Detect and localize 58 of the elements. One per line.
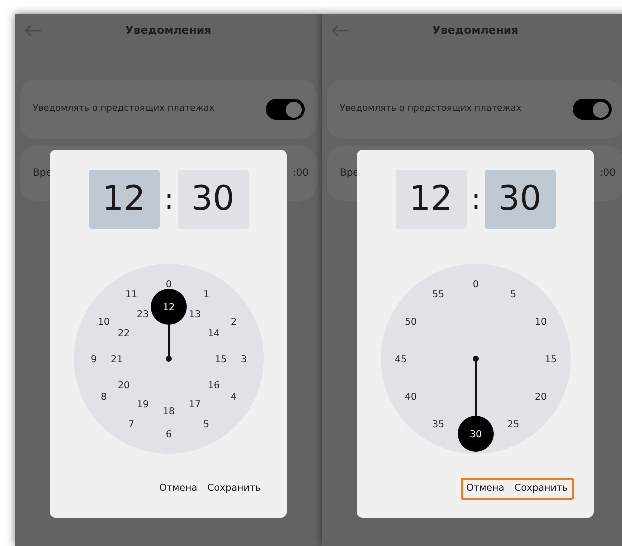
dial-number[interactable]: 8 bbox=[100, 392, 107, 403]
dial-number[interactable]: 21 bbox=[110, 354, 123, 366]
clock-hand bbox=[472, 356, 478, 416]
dial-number[interactable]: 20 bbox=[534, 392, 547, 403]
dial-number[interactable]: 6 bbox=[165, 430, 172, 440]
dial-number[interactable]: 10 bbox=[97, 317, 110, 328]
time-value: :00 bbox=[600, 167, 616, 181]
dial-number[interactable]: 19 bbox=[136, 400, 149, 410]
dial-number[interactable]: 13 bbox=[188, 310, 201, 320]
clock-dial[interactable] bbox=[74, 264, 264, 454]
minute-field[interactable]: 30 bbox=[178, 170, 248, 229]
screen-title: Уведомления bbox=[125, 22, 212, 39]
dial-number[interactable]: 4 bbox=[230, 392, 237, 403]
dial-number[interactable]: 0 bbox=[472, 280, 479, 290]
dial-number[interactable]: 55 bbox=[432, 290, 444, 300]
clock-dial[interactable] bbox=[380, 264, 570, 454]
hour-field[interactable]: 12 bbox=[88, 170, 160, 229]
dial-number[interactable]: 2 bbox=[230, 317, 237, 328]
dial-number[interactable]: 40 bbox=[404, 392, 417, 403]
toggle-switch[interactable] bbox=[266, 99, 305, 120]
dial-number[interactable]: 18 bbox=[162, 406, 175, 418]
dial-number[interactable]: 12 bbox=[162, 302, 175, 314]
clock-hand bbox=[166, 325, 172, 362]
dial-number[interactable]: 20 bbox=[117, 380, 130, 392]
dial-number[interactable]: 3 bbox=[240, 354, 247, 366]
save-button[interactable]: Сохранить bbox=[208, 482, 261, 496]
dial-number[interactable]: 5 bbox=[510, 290, 516, 300]
time-separator: : bbox=[164, 182, 172, 218]
minute-field[interactable]: 30 bbox=[484, 170, 556, 229]
save-button[interactable]: Сохранить bbox=[514, 482, 568, 496]
dial-number[interactable]: 45 bbox=[394, 354, 407, 366]
dial-number[interactable]: 14 bbox=[207, 328, 220, 340]
dial-number[interactable]: 11 bbox=[124, 290, 138, 300]
dial-number[interactable]: 0 bbox=[165, 280, 172, 290]
toggle-switch[interactable] bbox=[573, 99, 612, 120]
cancel-button[interactable]: Отмена bbox=[160, 482, 198, 496]
dial-number[interactable]: 15 bbox=[214, 354, 227, 366]
dial-number[interactable]: 1 bbox=[202, 290, 210, 300]
screen-title: Уведомления bbox=[432, 22, 519, 39]
hour-field[interactable]: 12 bbox=[396, 170, 466, 229]
time-separator: : bbox=[472, 182, 480, 218]
dial-number[interactable]: 15 bbox=[544, 354, 557, 366]
dial-number[interactable]: 5 bbox=[202, 420, 210, 430]
time-value: :00 bbox=[292, 167, 309, 181]
dial-number[interactable]: 7 bbox=[128, 420, 134, 430]
dial-number[interactable]: 35 bbox=[432, 420, 444, 430]
dial-number[interactable]: 10 bbox=[534, 317, 547, 328]
cancel-button[interactable]: Отмена bbox=[466, 482, 505, 496]
dial-number[interactable]: 9 bbox=[90, 354, 97, 366]
dial-number[interactable]: 17 bbox=[188, 400, 201, 410]
dial-number[interactable]: 30 bbox=[469, 430, 482, 440]
setting-label: Уведомлять о предстоящих платежах bbox=[340, 102, 522, 116]
dial-number[interactable]: 23 bbox=[136, 310, 149, 320]
dial-number[interactable]: 16 bbox=[207, 380, 220, 392]
setting-label: Уведомлять о предстоящих платежах bbox=[33, 102, 215, 116]
dial-number[interactable]: 50 bbox=[404, 317, 417, 328]
dial-number[interactable]: 22 bbox=[117, 328, 130, 340]
dial-number[interactable]: 25 bbox=[506, 420, 520, 430]
